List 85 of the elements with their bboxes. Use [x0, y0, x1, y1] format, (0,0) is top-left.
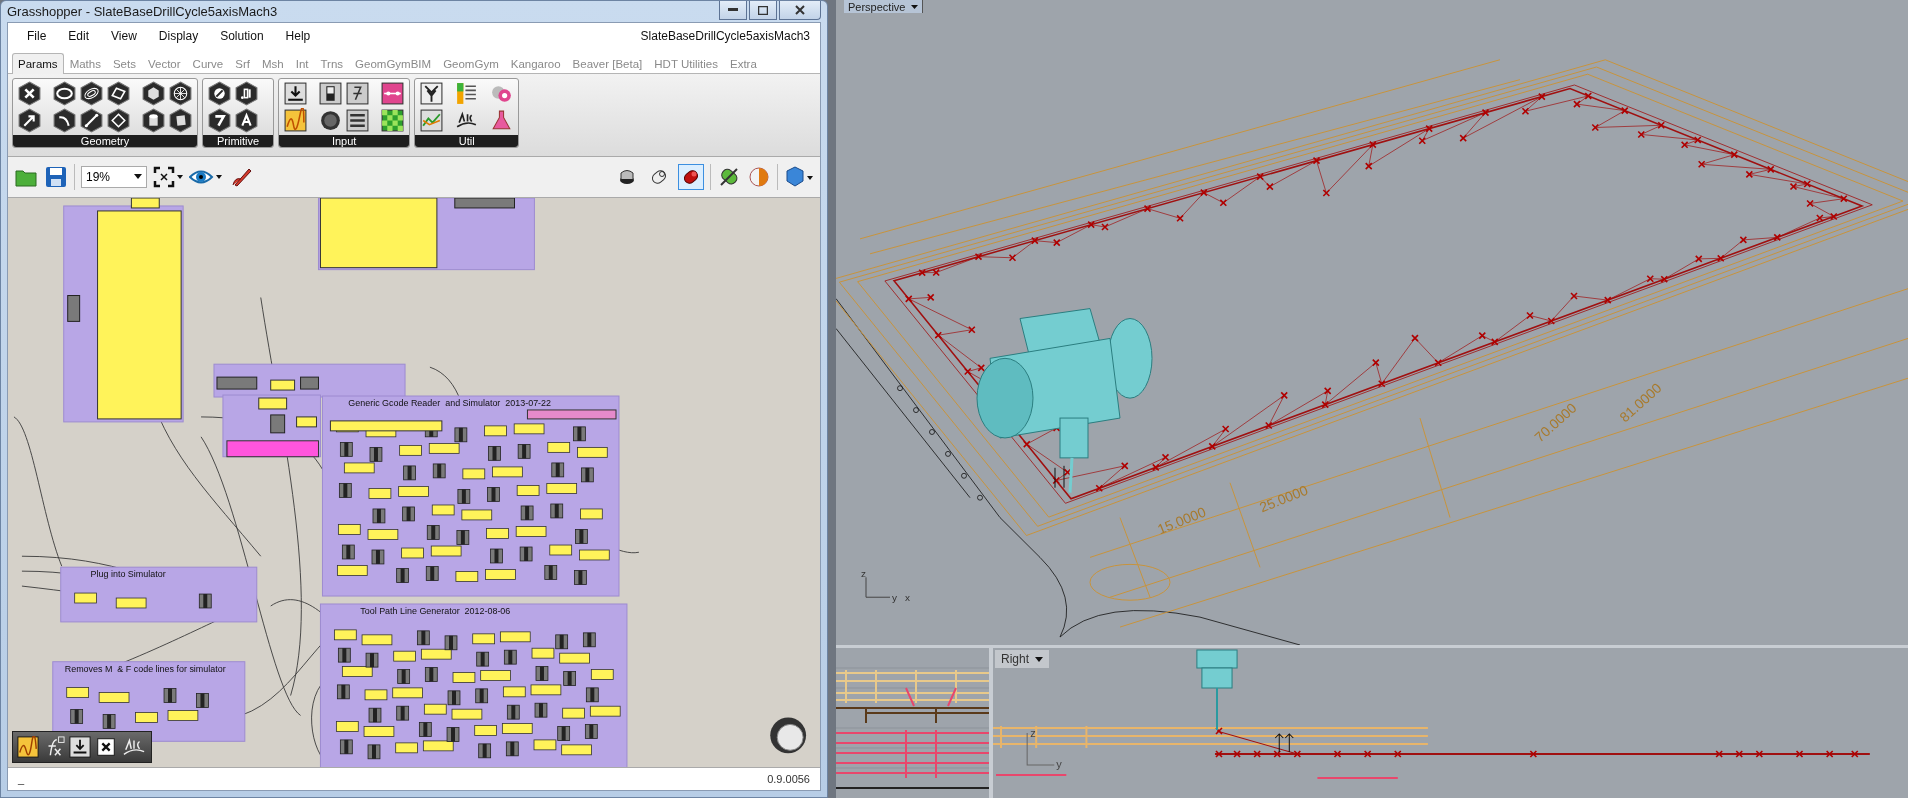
scroller-icon[interactable] [345, 80, 371, 106]
axis-label: y [1056, 758, 1062, 770]
diamond-icon[interactable] [106, 107, 131, 133]
line-icon[interactable] [79, 107, 104, 133]
axis-label: z [1030, 727, 1036, 739]
top-viewport[interactable] [836, 648, 989, 798]
save-icon[interactable] [44, 164, 68, 189]
sphere-icon[interactable] [784, 164, 814, 189]
ribbon-tab[interactable]: GeomGym [437, 52, 505, 74]
node-canvas[interactable]: Generic Gcode Reader and Simulator 2013-07-22 Plug into Simulator Removes M & F code lines for simulator Tool Path Line Generator 2012-08-06 [8, 197, 820, 767]
zoom-extents-icon[interactable] [153, 165, 183, 188]
ribbon-tab[interactable]: HDT Utilities [648, 52, 724, 74]
graph-mapper-icon[interactable] [283, 107, 309, 133]
menu-item[interactable]: Help [276, 25, 320, 46]
version-label: 0.9.0056 [767, 773, 810, 785]
axis-label: z [861, 568, 866, 580]
viewport-tab[interactable]: Right [995, 650, 1049, 668]
close-icon[interactable] [95, 736, 117, 758]
ribbon-tab[interactable]: Vector [141, 52, 187, 74]
document-name: SlateBaseDrillCycle5axisMach3 [640, 28, 810, 43]
ribbon-tab[interactable]: Int [289, 52, 315, 74]
curve-icon[interactable] [52, 107, 77, 133]
file-input-icon[interactable] [283, 80, 309, 106]
gradient-icon[interactable] [380, 80, 406, 106]
ribbon-tab[interactable]: Beaver [Beta] [566, 52, 649, 74]
cylinder-icon[interactable] [141, 107, 166, 133]
menu-item[interactable]: Edit [59, 25, 99, 46]
group-title: Plug into Simulator [90, 568, 166, 579]
status-text: _ [18, 773, 25, 785]
ribbon-tab[interactable]: Params [12, 52, 64, 74]
value-list-icon[interactable] [345, 107, 371, 133]
caret-icon [911, 4, 919, 9]
group-title: Tool Path Line Generator 2012-08-06 [360, 605, 511, 616]
right-viewport[interactable]: Right z y [993, 648, 1908, 798]
download-icon[interactable] [69, 736, 91, 758]
tree-icon[interactable] [419, 80, 445, 106]
half-sphere-icon[interactable] [747, 164, 771, 189]
ribbon-tab[interactable]: Sets [106, 52, 142, 74]
ribbon-group-label[interactable]: Input [279, 134, 410, 147]
caret-icon [134, 174, 142, 180]
axis-label: y [892, 592, 897, 604]
menu-item[interactable]: View [102, 25, 146, 46]
toggle-icon[interactable] [318, 80, 344, 106]
preview-mode-button[interactable] [678, 163, 704, 190]
ribbon-tab[interactable]: Srf [229, 52, 256, 74]
integer-icon[interactable] [207, 107, 232, 133]
graph-mapper-icon[interactable] [17, 736, 39, 758]
navigation-dial-icon[interactable] [770, 717, 807, 754]
image-sampler-icon[interactable] [380, 107, 406, 133]
ribbon-tab[interactable]: Trns [314, 52, 350, 74]
axis-drawing [865, 576, 891, 598]
window-title: Grasshopper - SlateBaseDrillCycle5axisMach3 [7, 3, 278, 19]
maximize-icon[interactable] [749, 1, 777, 20]
text-icon[interactable] [234, 107, 259, 133]
ribbon-tab[interactable]: Kangaroo [504, 52, 567, 74]
cube-icon[interactable] [141, 80, 166, 106]
mesh-icon[interactable] [168, 80, 193, 106]
ribbon-tab[interactable]: GeomGymBIM [349, 52, 438, 74]
boolean-icon[interactable] [207, 80, 232, 106]
close-icon[interactable] [779, 1, 821, 20]
number-icon[interactable] [234, 80, 259, 106]
group-title: Generic Gcode Reader and Simulator 2013-07-22 [348, 397, 552, 408]
menu-item[interactable]: File [18, 25, 56, 46]
menu-item[interactable]: Display [149, 25, 208, 46]
ribbon-group-label[interactable]: Util [415, 134, 519, 147]
viewport-tab[interactable]: Perspective [844, 0, 924, 13]
arrow-drawing [1274, 733, 1294, 753]
ribbon-tab[interactable]: Curve [186, 52, 230, 74]
ribbon-tab[interactable]: Msh [255, 52, 290, 74]
arrow-icon[interactable] [17, 107, 42, 133]
cross-icon[interactable] [17, 80, 42, 106]
spiral-icon[interactable] [79, 80, 104, 106]
plane-icon[interactable] [106, 80, 131, 106]
ribbon-tab[interactable]: Maths [63, 52, 107, 74]
zoom-dropdown[interactable]: 19% [81, 165, 147, 188]
brep-icon[interactable] [168, 107, 193, 133]
axis-drawing [1026, 732, 1055, 766]
minimize-icon[interactable] [719, 1, 747, 20]
axis-label: x [905, 592, 910, 604]
menu-item[interactable]: Solution [211, 25, 273, 46]
group-title: Removes M & F code lines for simulator [64, 663, 226, 674]
ribbon-group-label[interactable]: Primitive [203, 134, 274, 147]
graph-icon[interactable] [419, 107, 445, 133]
caret-icon [1035, 656, 1043, 662]
ribbon-group-label[interactable]: Geometry [13, 134, 197, 147]
